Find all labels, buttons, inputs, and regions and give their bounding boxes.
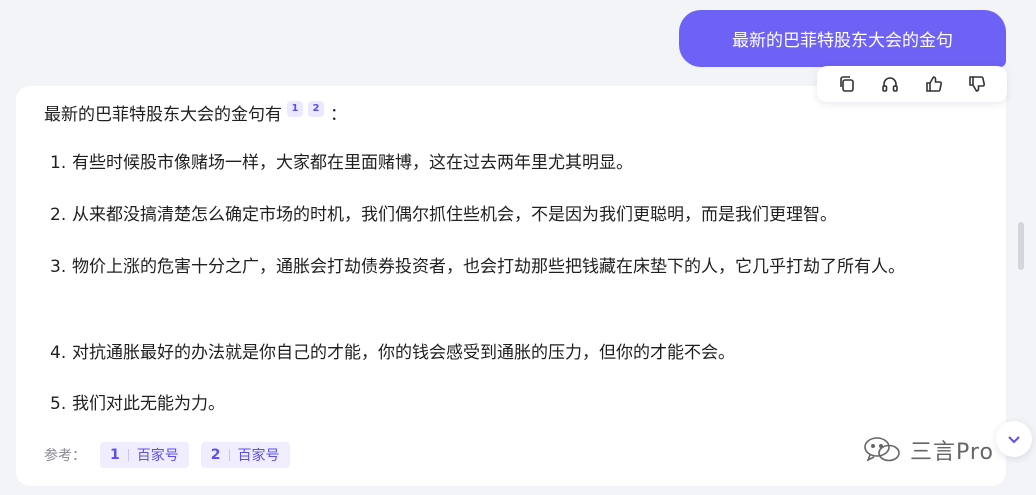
list-item-text: 从来都没搞清楚怎么确定市场的时机，我们偶尔抓住些机会，不是因为我们更聪明，而是我… [72,205,837,225]
message-actions-toolbar [817,66,1007,102]
list-item: 2. 从来都没搞清楚怎么确定市场的时机，我们偶尔抓住些机会，不是因为我们更聪明，… [50,200,837,230]
reference-source: 百家号 [237,448,280,464]
answer-card: 最新的巴菲特股东大会的金句有 1 2 ： 1. 有些时候股市像赌场一样，大家都在… [16,86,1006,486]
wechat-icon [864,437,900,462]
headphones-icon[interactable] [877,71,903,97]
copy-icon[interactable] [834,71,860,97]
answer-intro-text: 最新的巴菲特股东大会的金句有 [44,105,282,125]
list-item: 5. 我们对此无能为力。 [50,389,225,419]
watermark: 三言Pro [862,434,994,466]
answer-intro: 最新的巴菲特股东大会的金句有 1 2 ： [44,101,347,129]
reference-source: 百家号 [136,448,179,464]
list-item: 4. 对抗通胀最好的办法就是你自己的才能，你的钱会感受到通胀的压力，但你的才能不… [50,338,735,368]
reference-link[interactable]: 1 百家号 [100,442,189,468]
reference-divider [127,449,129,461]
scroll-down-button[interactable] [996,421,1032,457]
reference-link[interactable]: 2 百家号 [200,442,290,468]
list-item-text: 我们对此无能为力。 [72,394,225,414]
list-item-text: 有些时候股市像赌场一样，大家都在里面赌博，这在过去两年里尤其明显。 [72,153,633,173]
thumbs-up-icon[interactable] [921,71,947,97]
list-item-number: 1. [50,153,67,173]
watermark-brand: 三言Pro [910,440,994,465]
reference-divider [228,449,230,461]
references-label: 参考： [44,448,86,464]
list-item: 3. 物价上涨的危害十分之广，通胀会打劫债券投资者，也会打劫那些把钱藏在床垫下的… [50,252,905,282]
list-item-text: 物价上涨的危害十分之广，通胀会打劫债券投资者，也会打劫那些把钱藏在床垫下的人，它… [72,257,905,277]
chevron-down-icon [1008,436,1020,444]
references: 参考： 1 百家号 2 百家号 [44,442,302,468]
list-item-number: 2. [50,205,67,225]
list-item: 1. 有些时候股市像赌场一样，大家都在里面赌博，这在过去两年里尤其明显。 [50,148,633,178]
citation-badge[interactable]: 1 [287,101,303,117]
reference-number: 1 [110,447,120,463]
answer-intro-colon: ： [330,105,347,125]
user-message-bubble: 最新的巴菲特股东大会的金句 [679,10,1006,67]
scrollbar-thumb[interactable] [1018,222,1024,270]
list-item-number: 5. [50,394,67,414]
list-item-number: 3. [50,257,67,277]
citation-badge[interactable]: 2 [308,101,324,117]
thumbs-down-icon[interactable] [964,71,990,97]
list-item-number: 4. [50,343,67,363]
user-message-text: 最新的巴菲特股东大会的金句 [732,31,953,51]
list-item-text: 对抗通胀最好的办法就是你自己的才能，你的钱会感受到通胀的压力，但你的才能不会。 [72,343,735,363]
reference-number: 2 [210,447,221,463]
